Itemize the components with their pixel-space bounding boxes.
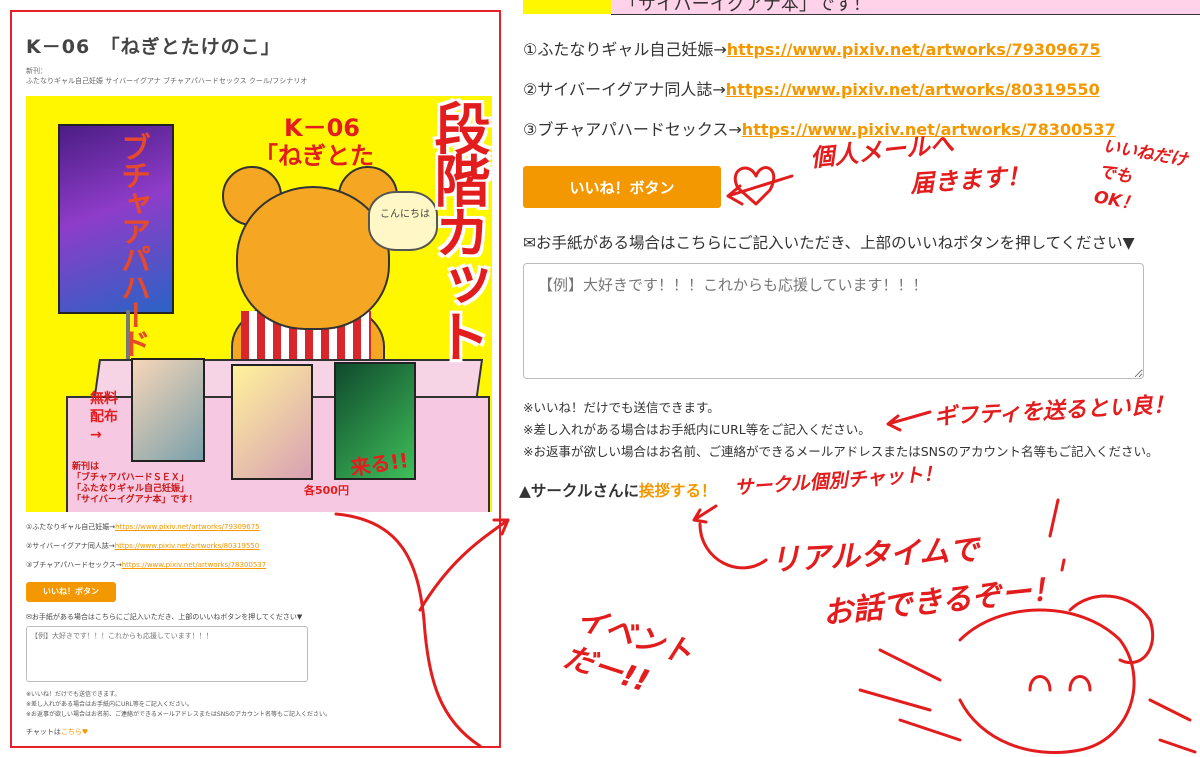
annotation-face-ear bbox=[1068, 594, 1155, 665]
annotation-arrow-gift bbox=[886, 410, 932, 432]
annotation-face-eyes bbox=[1028, 675, 1092, 692]
annotation-line-2 bbox=[1060, 558, 1066, 572]
annotation-arrow-chat bbox=[692, 504, 718, 524]
annotation-like-ok: いいねだけ でも OK！ bbox=[1092, 136, 1189, 215]
annotation-frame-curve bbox=[334, 512, 482, 748]
annotation-speed-lines bbox=[858, 648, 1197, 754]
annotation-curve-chat bbox=[698, 522, 768, 570]
annotation-arrow-left bbox=[418, 518, 510, 612]
annotation-line-1 bbox=[1048, 498, 1060, 538]
